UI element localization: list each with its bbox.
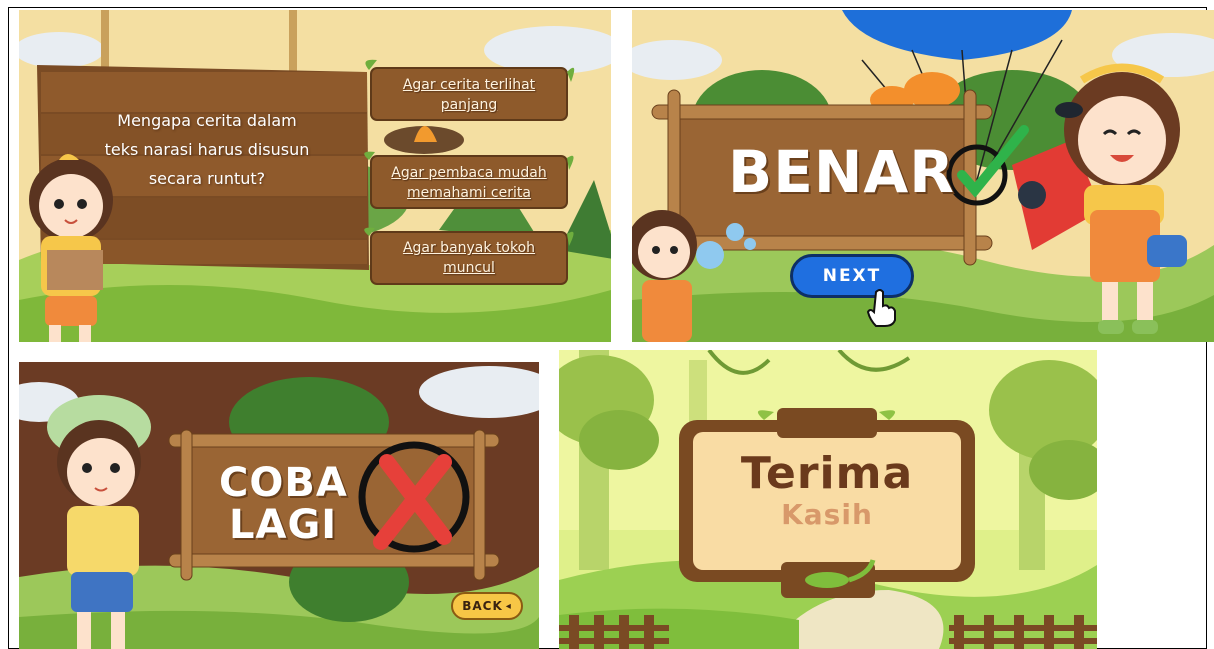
answer-option-1[interactable]: Agar cerita terlihat panjang xyxy=(375,73,563,117)
quiz-panel: Mengapa cerita dalam teks narasi harus d… xyxy=(19,10,611,342)
ending-subtitle: Kasih xyxy=(781,498,873,531)
next-button-label: NEXT xyxy=(822,266,882,286)
back-button[interactable]: BACK ◂ xyxy=(451,592,523,620)
pointer-hand-icon xyxy=(866,289,896,327)
ending-panel: Terima Kasih xyxy=(559,350,1097,649)
back-button-label: BACK xyxy=(462,599,503,613)
answer-option-3[interactable]: Agar banyak tokoh muncul xyxy=(375,236,563,280)
wrong-title-line2: LAGI xyxy=(229,502,338,548)
ending-title: Terima xyxy=(740,448,914,499)
question-text: Mengapa cerita dalam teks narasi harus d… xyxy=(104,111,310,188)
correct-title: BENAR xyxy=(728,138,955,206)
back-arrow-icon: ◂ xyxy=(505,600,512,612)
wrong-panel: COBA LAGI BACK ◂ xyxy=(19,362,539,649)
answer-option-2[interactable]: Agar pembaca mudah memahami cerita xyxy=(375,161,563,205)
lizard-icon xyxy=(805,572,849,588)
wrong-title-line1: COBA xyxy=(219,460,348,506)
correct-panel: BENAR NEXT xyxy=(632,10,1214,342)
